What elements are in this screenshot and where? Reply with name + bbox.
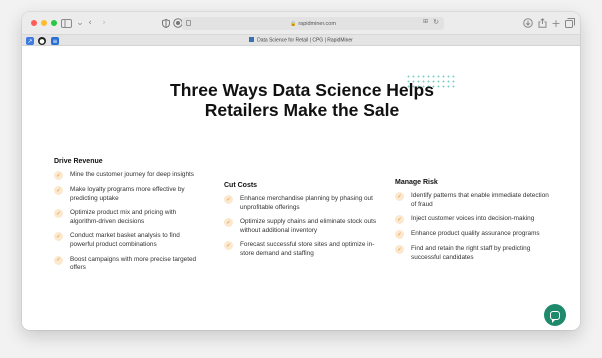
url-text: rapidminer.com: [298, 20, 336, 27]
list-item: ✓ Identify patterns that enable immediate…: [395, 192, 553, 209]
forward-icon[interactable]: ›: [98, 17, 110, 29]
check-icon: ✓: [54, 209, 63, 219]
chat-bubble-icon: [550, 310, 560, 323]
back-icon[interactable]: ‹: [84, 17, 96, 29]
traffic-lights: [31, 20, 57, 26]
page-icon: [186, 20, 191, 26]
translate-icon[interactable]: ⊞: [423, 18, 428, 25]
sidebar-icon[interactable]: [60, 17, 72, 29]
check-icon: ✓: [224, 241, 233, 251]
column-title: Drive Revenue: [54, 158, 103, 165]
column-title: Cut Costs: [224, 182, 258, 189]
list-item: ✓ Forecast successful store sites and opt…: [224, 241, 379, 258]
check-icon: ✓: [54, 186, 63, 195]
check-icon: ✓: [54, 255, 63, 265]
column-title: Manage Risk: [395, 179, 438, 186]
list-item: ✓ Enhance product quality assurance progr…: [395, 230, 553, 240]
lock-icon: 🔒: [290, 20, 297, 27]
download-icon[interactable]: [522, 17, 534, 29]
new-tab-icon[interactable]: +: [550, 17, 562, 29]
close-window-button[interactable]: [31, 20, 37, 26]
check-icon: ✓: [395, 230, 404, 240]
tab-overview-icon[interactable]: [564, 17, 576, 29]
column-drive-revenue: Drive Revenue ✓ Mine the customer journey…: [54, 158, 204, 279]
column-manage-risk: Manage Risk ✓ Identify patterns that enab…: [395, 179, 553, 268]
list-item: ✓ Boost campaigns with more precise targe…: [54, 255, 204, 273]
check-icon: ✓: [54, 232, 63, 242]
zoom-window-button[interactable]: [51, 20, 57, 26]
browser-window: ⌄ ‹ › 🔒 rapidminer.com ⊞ ↻ + ↗ ● ≡ Data …: [22, 12, 580, 330]
list-item: ✓ Conduct market basket analysis to find …: [54, 232, 204, 249]
list-item: ✓ Make loyalty programs more effective by…: [54, 186, 204, 203]
active-tab[interactable]: Data Science for Retail | CPG | RapidMin…: [22, 37, 580, 44]
list-item: ✓ Inject customer voices into decision-ma…: [395, 215, 553, 225]
share-icon[interactable]: [536, 17, 548, 29]
chat-button[interactable]: [544, 304, 566, 326]
check-icon: ✓: [395, 245, 404, 255]
check-icon: ✓: [54, 171, 63, 180]
check-icon: ✓: [224, 195, 233, 204]
page-content: Three Ways Data Science Helps Retailers …: [22, 46, 580, 330]
shield-icon[interactable]: [160, 17, 172, 29]
tab-favicon-icon: [249, 37, 255, 42]
check-icon: ✓: [395, 215, 404, 225]
list-item: ✓ Mine the customer journey for deep insi…: [54, 171, 204, 180]
address-bar[interactable]: 🔒 rapidminer.com ⊞ ↻: [182, 17, 444, 30]
reload-icon[interactable]: ↻: [433, 18, 439, 26]
column-cut-costs: Cut Costs ✓ Enhance merchandise planning …: [224, 182, 379, 265]
tab-title-text: Data Science for Retail | CPG | RapidMin…: [257, 37, 353, 44]
list-item: ✓ Optimize product mix and pricing with a…: [54, 209, 204, 226]
browser-toolbar: ⌄ ‹ › 🔒 rapidminer.com ⊞ ↻ +: [22, 12, 580, 34]
list-item: ✓ Enhance merchandise planning by phasing…: [224, 195, 379, 212]
list-item: ✓ Find and retain the right staff by pred…: [395, 245, 553, 262]
list-item: ✓ Optimize supply chains and eliminate st…: [224, 218, 379, 235]
page-headline: Three Ways Data Science Helps Retailers …: [170, 80, 434, 120]
check-icon: ✓: [224, 218, 233, 228]
minimize-window-button[interactable]: [41, 20, 47, 26]
check-icon: ✓: [395, 192, 404, 201]
tab-bar: ↗ ● ≡ Data Science for Retail | CPG | Ra…: [22, 34, 580, 46]
